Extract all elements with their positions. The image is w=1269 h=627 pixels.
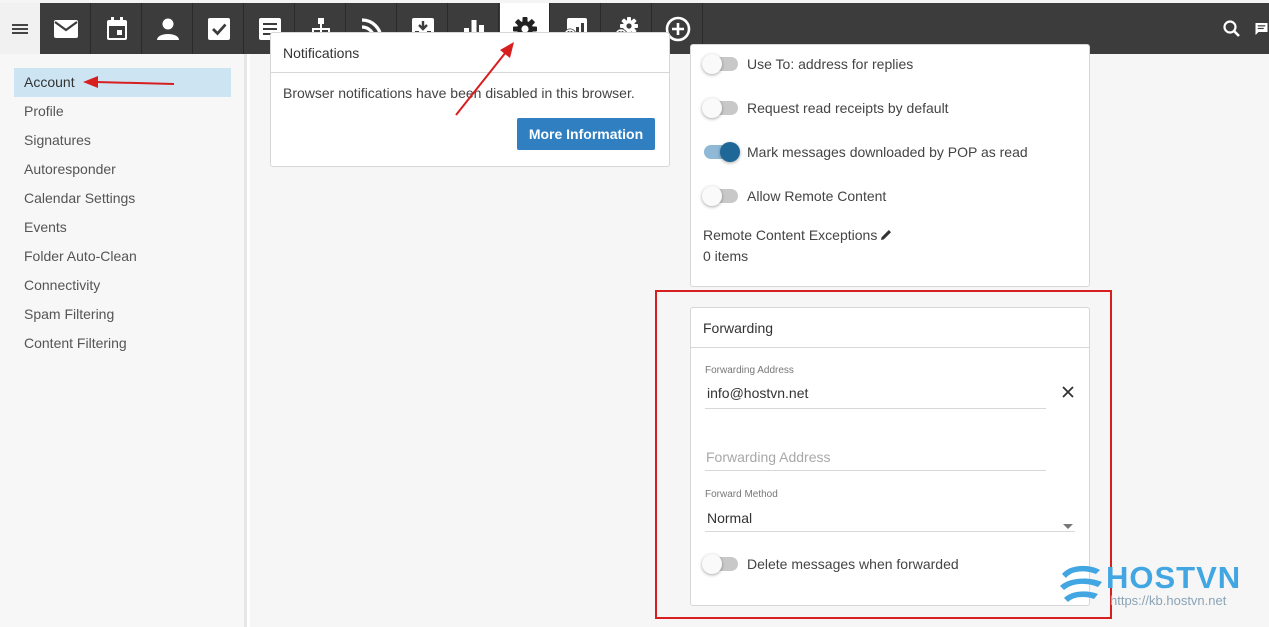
hostvn-brand: HOSTVN bbox=[1106, 560, 1242, 595]
arrow-to-settings bbox=[455, 42, 514, 116]
hostvn-url: https://kb.hostvn.net bbox=[1110, 593, 1227, 608]
hostvn-watermark: HOSTVN https://kb.hostvn.net bbox=[1058, 560, 1258, 610]
annotation-arrows bbox=[83, 42, 514, 116]
arrow-to-account bbox=[83, 76, 175, 88]
hostvn-logo-icon bbox=[1060, 565, 1102, 602]
